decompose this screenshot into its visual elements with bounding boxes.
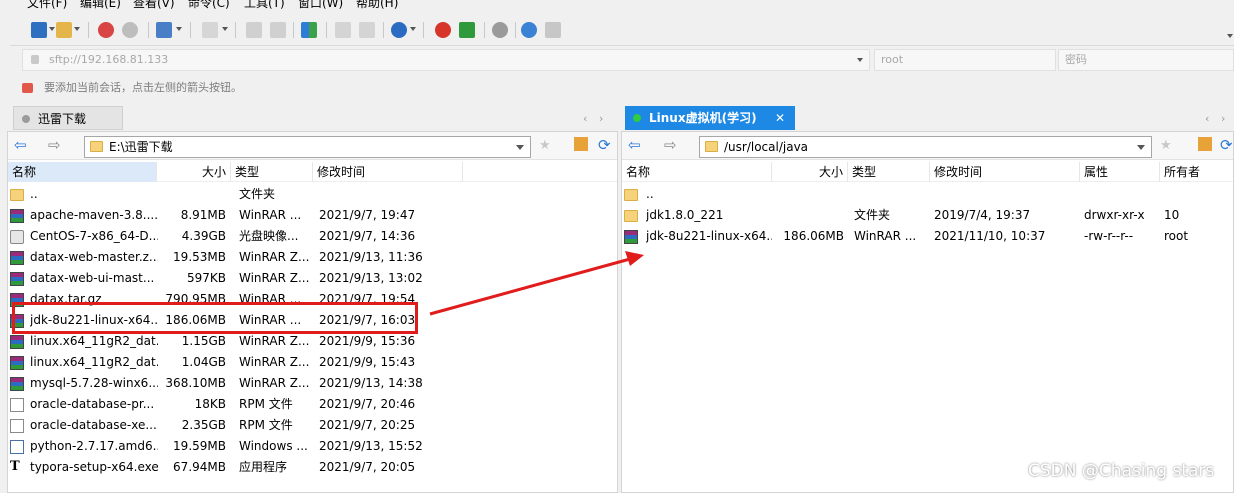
arrow-head [625, 251, 644, 266]
watermark: CSDN @Chasing stars [1028, 461, 1215, 481]
arrow-line [429, 257, 631, 316]
transfer-arrow [429, 251, 644, 316]
